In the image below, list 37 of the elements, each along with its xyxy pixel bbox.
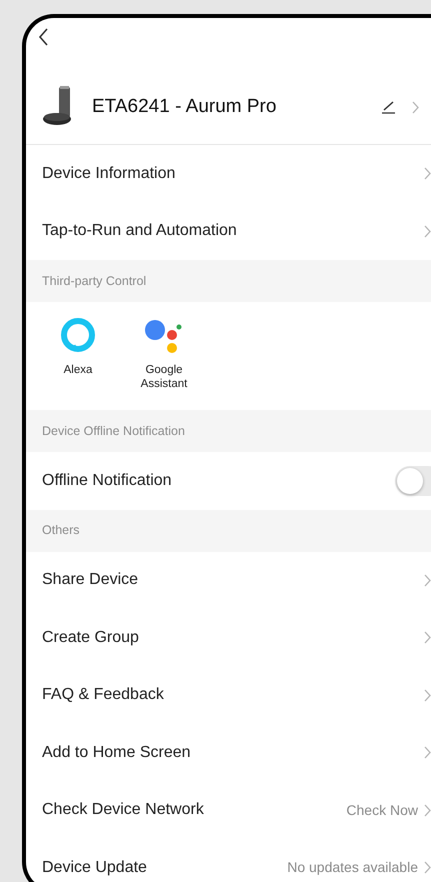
row-value: Check Now (346, 800, 418, 820)
settings-row[interactable]: Tap-to-Run and Automation (26, 202, 431, 260)
device-name: ETA6241 - Aurum Pro (92, 94, 278, 119)
toggle-switch[interactable] (395, 466, 431, 496)
settings-row[interactable]: FAQ & Feedback (26, 666, 431, 724)
row-label: Tap-to-Run and Automation (42, 221, 238, 242)
row-label: FAQ & Feedback (42, 685, 165, 706)
pencil-icon[interactable] (381, 100, 396, 114)
service-name: Alexa (62, 364, 94, 378)
row-label: Check Device Network (42, 800, 205, 820)
settings-row[interactable]: Device Information (26, 145, 431, 202)
section-header: Third-party Control (26, 260, 431, 302)
settings-row[interactable]: Device Update No updates available (26, 839, 431, 882)
settings-row[interactable]: Check Device Network Check Now (26, 782, 431, 839)
row-value: No updates available (287, 858, 418, 878)
settings-row[interactable]: Create Group (26, 609, 431, 666)
chevron-icon (424, 688, 431, 702)
settings-row[interactable]: Add to Home Screen (26, 724, 431, 782)
chevron-icon (424, 167, 431, 180)
row-label: Add to Home Screen (42, 742, 192, 763)
row-label: Share Device (42, 570, 140, 590)
chevron-icon (424, 746, 431, 760)
back-icon[interactable] (38, 28, 49, 46)
chevron-icon (424, 224, 431, 238)
chevron-icon (424, 861, 431, 874)
section-header: Others (26, 510, 431, 552)
chevron-icon (424, 631, 431, 644)
row-label: Device Update (42, 858, 148, 878)
chevron-icon (424, 574, 431, 587)
chevron-icon (412, 100, 419, 114)
row-label: Offline Notification (42, 470, 173, 491)
chevron-icon (424, 804, 431, 817)
service-name: Google Assistant (140, 364, 188, 392)
row-label: Create Group (42, 628, 140, 648)
section-header: Device Offline Notification (26, 410, 431, 452)
settings-row[interactable]: Share Device (26, 552, 431, 609)
row-label: Device Information (42, 164, 176, 184)
